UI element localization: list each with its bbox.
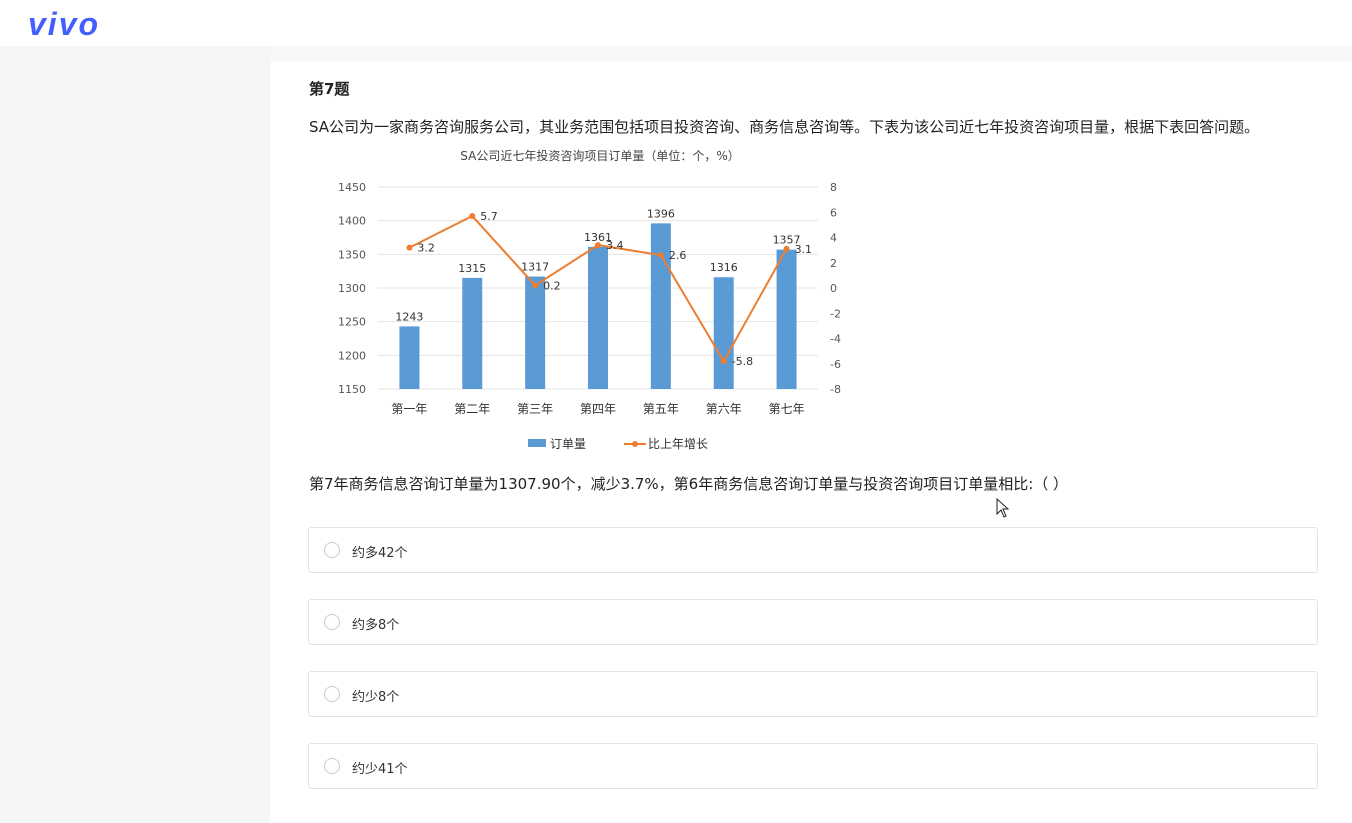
growth-point xyxy=(720,358,727,365)
y-left-tick-label: 1400 xyxy=(338,215,366,228)
y-left-tick-label: 1150 xyxy=(338,383,366,396)
bar xyxy=(399,326,420,389)
bar-value-label: 1243 xyxy=(395,310,423,323)
growth-value-label: 3.4 xyxy=(606,239,624,252)
top-bar: vivo xyxy=(0,0,1352,46)
y-left-tick-label: 1450 xyxy=(338,181,366,194)
radio-button-icon[interactable] xyxy=(324,758,340,774)
y-right-tick-label: -4 xyxy=(830,333,841,346)
growth-value-label: 0.2 xyxy=(543,279,561,292)
growth-point xyxy=(783,245,790,252)
y-right-tick-label: -8 xyxy=(830,383,841,396)
bar-value-label: 1317 xyxy=(521,261,549,274)
growth-point xyxy=(657,252,664,259)
option-label: 约多42个 xyxy=(352,546,408,561)
bar xyxy=(525,276,546,389)
y-left-tick-label: 1250 xyxy=(338,316,366,329)
x-tick-label: 第七年 xyxy=(769,402,805,416)
bar-value-label: 1315 xyxy=(458,262,486,275)
option-label: 约少8个 xyxy=(352,690,400,705)
x-tick-label: 第一年 xyxy=(391,402,427,416)
growth-point xyxy=(469,213,476,220)
y-right-tick-label: 8 xyxy=(830,181,837,194)
bar xyxy=(650,223,671,389)
growth-value-label: 5.7 xyxy=(480,210,498,223)
radio-button-icon[interactable] xyxy=(324,542,340,558)
growth-point xyxy=(532,282,539,289)
bar xyxy=(462,277,483,389)
x-tick-label: 第六年 xyxy=(706,402,742,416)
option-a[interactable]: 约多42个 xyxy=(308,527,1318,573)
y-left-tick-label: 1350 xyxy=(338,248,366,261)
option-c[interactable]: 约少8个 xyxy=(308,671,1318,717)
y-left-tick-label: 1200 xyxy=(338,349,366,362)
vivo-logo: vivo xyxy=(28,6,101,42)
growth-value-label: 3.2 xyxy=(417,242,435,255)
x-tick-label: 第五年 xyxy=(643,402,679,416)
x-tick-label: 第二年 xyxy=(454,402,490,416)
option-d[interactable]: 约少41个 xyxy=(308,743,1318,789)
legend-label: 比上年增长 xyxy=(648,437,708,451)
option-b[interactable]: 约多8个 xyxy=(308,599,1318,645)
mouse-cursor-icon xyxy=(996,498,1010,518)
bar xyxy=(588,246,608,389)
bar-value-label: 1396 xyxy=(647,207,675,220)
question-number: 第7题 xyxy=(309,80,350,98)
order-volume-chart: SA公司近七年投资咨询项目订单量（单位：个，%） 1150 1200 1250 1300… xyxy=(338,148,841,451)
y-right-tick-label: -2 xyxy=(830,307,841,320)
bar xyxy=(713,277,734,389)
growth-point xyxy=(406,244,413,251)
y-left-tick-label: 1300 xyxy=(338,282,366,295)
legend-bar-swatch xyxy=(528,439,546,447)
legend-line-marker xyxy=(632,441,638,447)
legend-label: 订单量 xyxy=(550,437,586,451)
growth-value-label: 3.1 xyxy=(795,243,813,256)
radio-button-icon[interactable] xyxy=(324,614,340,630)
y-right-tick-label: 0 xyxy=(830,282,837,295)
sub-question: 第7年商务信息咨询订单量为1307.90个，减少3.7%，第6年商务信息咨询订单… xyxy=(309,475,1069,493)
option-label: 约多8个 xyxy=(352,618,400,633)
sidebar xyxy=(0,46,270,823)
y-right-tick-label: -6 xyxy=(830,358,841,371)
question-stem: SA公司为一家商务咨询服务公司，其业务范围包括项目投资咨询、商务信息咨询等。下表… xyxy=(309,118,1260,136)
growth-value-label: 2.6 xyxy=(669,249,687,262)
bar xyxy=(776,249,797,389)
y-right-tick-label: 4 xyxy=(830,232,837,245)
growth-value-label: -5.8 xyxy=(732,355,753,368)
chart-title: SA公司近七年投资咨询项目订单量（单位：个，%） xyxy=(460,148,739,163)
radio-button-icon[interactable] xyxy=(324,686,340,702)
x-tick-label: 第四年 xyxy=(580,402,616,416)
option-label: 约少41个 xyxy=(352,762,408,777)
growth-point xyxy=(595,242,601,249)
y-right-tick-label: 6 xyxy=(830,206,837,219)
bar-value-label: 1316 xyxy=(710,261,738,274)
y-right-tick-label: 2 xyxy=(830,257,837,270)
x-tick-label: 第三年 xyxy=(517,402,553,416)
